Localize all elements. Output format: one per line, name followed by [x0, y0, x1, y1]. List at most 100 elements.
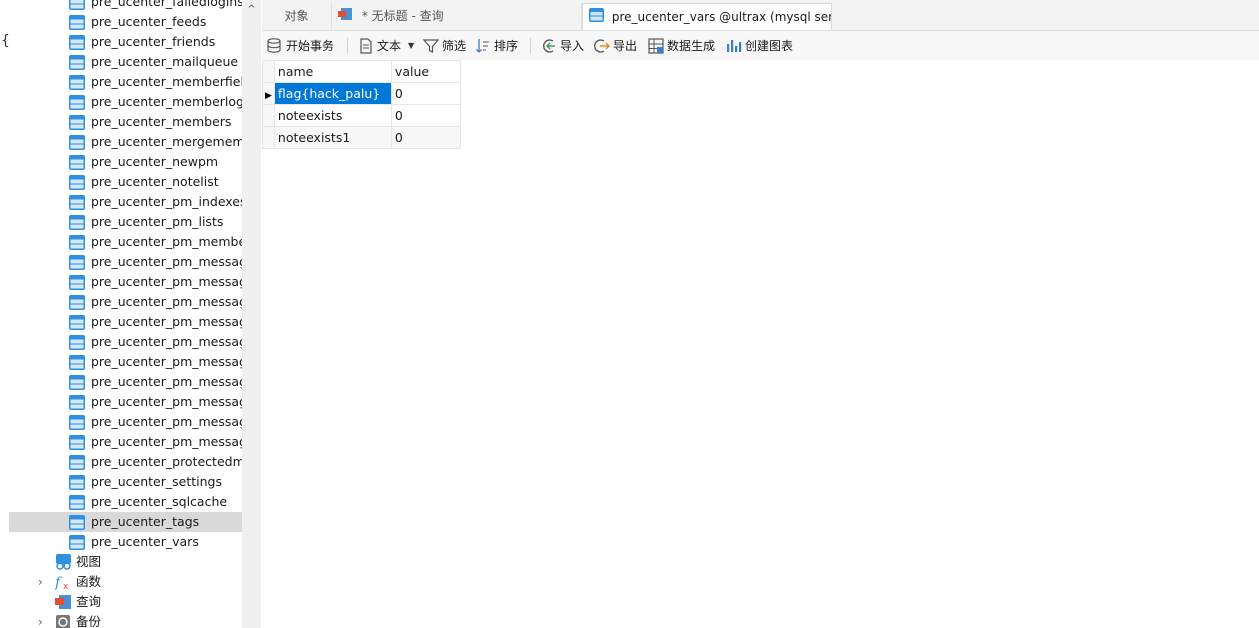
tree-item-table[interactable]: pre_ucenter_notelist — [9, 172, 242, 192]
sort-button[interactable]: 排序 — [475, 36, 523, 56]
tree-item-label: pre_ucenter_pm_lists — [91, 214, 224, 229]
tree-item-label: pre_ucenter_members — [91, 114, 232, 129]
row-header[interactable] — [262, 126, 275, 149]
tree-item-table[interactable]: pre_ucenter_memberlogs — [9, 92, 242, 112]
toolbar-divider — [347, 38, 348, 54]
tree-item-table[interactable]: pre_ucenter_feeds — [9, 12, 242, 32]
tree-item-label: pre_ucenter_friends — [91, 34, 216, 49]
table-icon — [69, 55, 85, 72]
column-header-name[interactable]: name — [273, 60, 392, 83]
table-icon — [69, 515, 85, 532]
tree-item-table[interactable]: pre_ucenter_pm_messages — [9, 352, 242, 372]
tab-query[interactable]: * 无标题 - 查询 — [332, 3, 582, 29]
filter-icon — [423, 39, 439, 53]
tree-item-table[interactable]: pre_ucenter_members — [9, 112, 242, 132]
navigator-scrollbar[interactable]: ^ — [242, 0, 261, 628]
table-icon — [69, 255, 85, 272]
tree-item-table[interactable]: pre_ucenter_mailqueue — [9, 52, 242, 72]
filter-button[interactable]: 筛选 — [423, 36, 469, 56]
tree-item-table[interactable]: pre_ucenter_protectedmen — [9, 452, 242, 472]
tree-item-table[interactable]: pre_ucenter_pm_members — [9, 232, 242, 252]
export-button[interactable]: 导出 — [594, 36, 640, 56]
cell-value[interactable]: 0 — [390, 104, 461, 127]
row-header-corner[interactable] — [262, 60, 275, 83]
cell-value[interactable]: 0 — [390, 82, 461, 105]
tree-item-label: pre_ucenter_feeds — [91, 14, 207, 29]
tree-group[interactable]: › f x 函数 — [9, 572, 242, 592]
tree-item-table[interactable]: pre_ucenter_pm_indexes — [9, 192, 242, 212]
tree-item-table[interactable]: pre_ucenter_vars — [9, 532, 242, 552]
create-chart-button[interactable]: 创建图表 — [726, 36, 798, 56]
tree-item-table[interactable]: pre_ucenter_pm_messages — [9, 412, 242, 432]
tree-group-label: 视图 — [76, 554, 102, 569]
tree-item-table[interactable]: pre_ucenter_settings — [9, 472, 242, 492]
table-icon — [69, 135, 85, 152]
cell-name[interactable]: noteexists — [273, 104, 392, 127]
function-icon: fx — [54, 574, 72, 592]
backup-icon — [55, 614, 72, 628]
tree-item-table[interactable]: pre_ucenter_pm_lists — [9, 212, 242, 232]
table-icon — [69, 475, 85, 492]
table-icon — [69, 355, 85, 372]
tree-item-label: pre_ucenter_pm_messages — [91, 374, 242, 389]
tree-item-table[interactable]: pre_ucenter_mergemembe — [9, 132, 242, 152]
chevron-right-icon[interactable]: › — [38, 572, 43, 592]
tree-item-label: pre_ucenter_settings — [91, 474, 222, 489]
table-row[interactable]: ▶ flag{hack_palu} 0 — [262, 82, 461, 105]
tree-item-label: pre_ucenter_pm_messages — [91, 274, 242, 289]
table-row[interactable]: noteexists 0 — [262, 104, 461, 127]
tree-item-table[interactable]: pre_ucenter_sqlcache — [9, 492, 242, 512]
cell-value[interactable]: 0 — [390, 126, 461, 149]
data-generation-button[interactable]: 数据生成 — [648, 36, 720, 56]
table-icon — [69, 435, 85, 452]
current-row-marker-icon: ▶ — [265, 91, 272, 101]
table-icon — [69, 455, 85, 472]
text-dropdown-button[interactable]: 文本 ▼ — [358, 36, 416, 56]
sort-label: 排序 — [494, 39, 519, 53]
table-icon — [69, 0, 85, 12]
data-grid: name value ▶ flag{hack_palu} 0 noteexists 0 n… — [262, 60, 461, 149]
scroll-up-icon[interactable]: ^ — [242, 2, 261, 18]
tree-item-label: pre_ucenter_pm_messages — [91, 394, 242, 409]
tree-item-table[interactable]: pre_ucenter_pm_messages — [9, 372, 242, 392]
tree-item-table[interactable]: pre_ucenter_pm_messages — [9, 432, 242, 452]
chevron-right-icon[interactable]: › — [38, 612, 43, 628]
tree-item-table[interactable]: pre_ucenter_newpm — [9, 152, 242, 172]
table-list: pre_ucenter_failedlogins pre_ucenter_feed… — [9, 0, 242, 628]
data-toolbar: 开始事务 文本 ▼ 筛选 排序 导入 导出 数据生成 创建图表 — [262, 31, 1259, 61]
data-grid-area: name value ▶ flag{hack_palu} 0 noteexists 0 n… — [262, 60, 1259, 628]
tree-item-table[interactable]: pre_ucenter_pm_messages — [9, 332, 242, 352]
begin-transaction-button[interactable]: 开始事务 — [267, 36, 337, 56]
tab-objects[interactable]: 对象 — [262, 3, 332, 29]
tree-item-table[interactable]: pre_ucenter_tags — [9, 512, 242, 532]
column-header-value[interactable]: value — [390, 60, 461, 83]
tree-group[interactable]: › 备份 — [9, 612, 242, 628]
tree-item-table[interactable]: pre_ucenter_memberfields — [9, 72, 242, 92]
table-icon — [69, 15, 85, 32]
tree-item-table[interactable]: pre_ucenter_pm_messages — [9, 292, 242, 312]
cell-name[interactable]: noteexists1 — [273, 126, 392, 149]
tree-item-table[interactable]: pre_ucenter_pm_messages — [9, 252, 242, 272]
tab-table-data[interactable]: pre_ucenter_vars @ultrax (mysql ser... — [582, 3, 832, 30]
import-button[interactable]: 导入 — [541, 36, 587, 56]
table-row[interactable]: noteexists1 0 — [262, 126, 461, 149]
tree-item-label: pre_ucenter_pm_messages — [91, 414, 242, 429]
text-dropdown-label: 文本 — [377, 39, 402, 53]
tree-item-table[interactable]: pre_ucenter_failedlogins — [9, 0, 242, 12]
row-header[interactable] — [262, 104, 275, 127]
tree-item-table[interactable]: pre_ucenter_friends — [9, 32, 242, 52]
tree-item-label: pre_ucenter_memberlogs — [91, 94, 242, 109]
tree-group[interactable]: 查询 — [9, 592, 242, 612]
tree-item-label: pre_ucenter_failedlogins — [91, 0, 242, 9]
row-header[interactable]: ▶ — [262, 82, 275, 105]
tree-item-table[interactable]: pre_ucenter_pm_messages — [9, 312, 242, 332]
table-icon — [69, 35, 85, 52]
tree-item-label: pre_ucenter_pm_messages — [91, 254, 242, 269]
table-icon — [69, 315, 85, 332]
tree-group[interactable]: 视图 — [9, 552, 242, 572]
data-generation-icon — [648, 38, 664, 54]
import-icon — [543, 39, 555, 53]
tree-item-table[interactable]: pre_ucenter_pm_messages — [9, 272, 242, 292]
tree-item-table[interactable]: pre_ucenter_pm_messages — [9, 392, 242, 412]
cell-name[interactable]: flag{hack_palu} — [273, 82, 392, 105]
